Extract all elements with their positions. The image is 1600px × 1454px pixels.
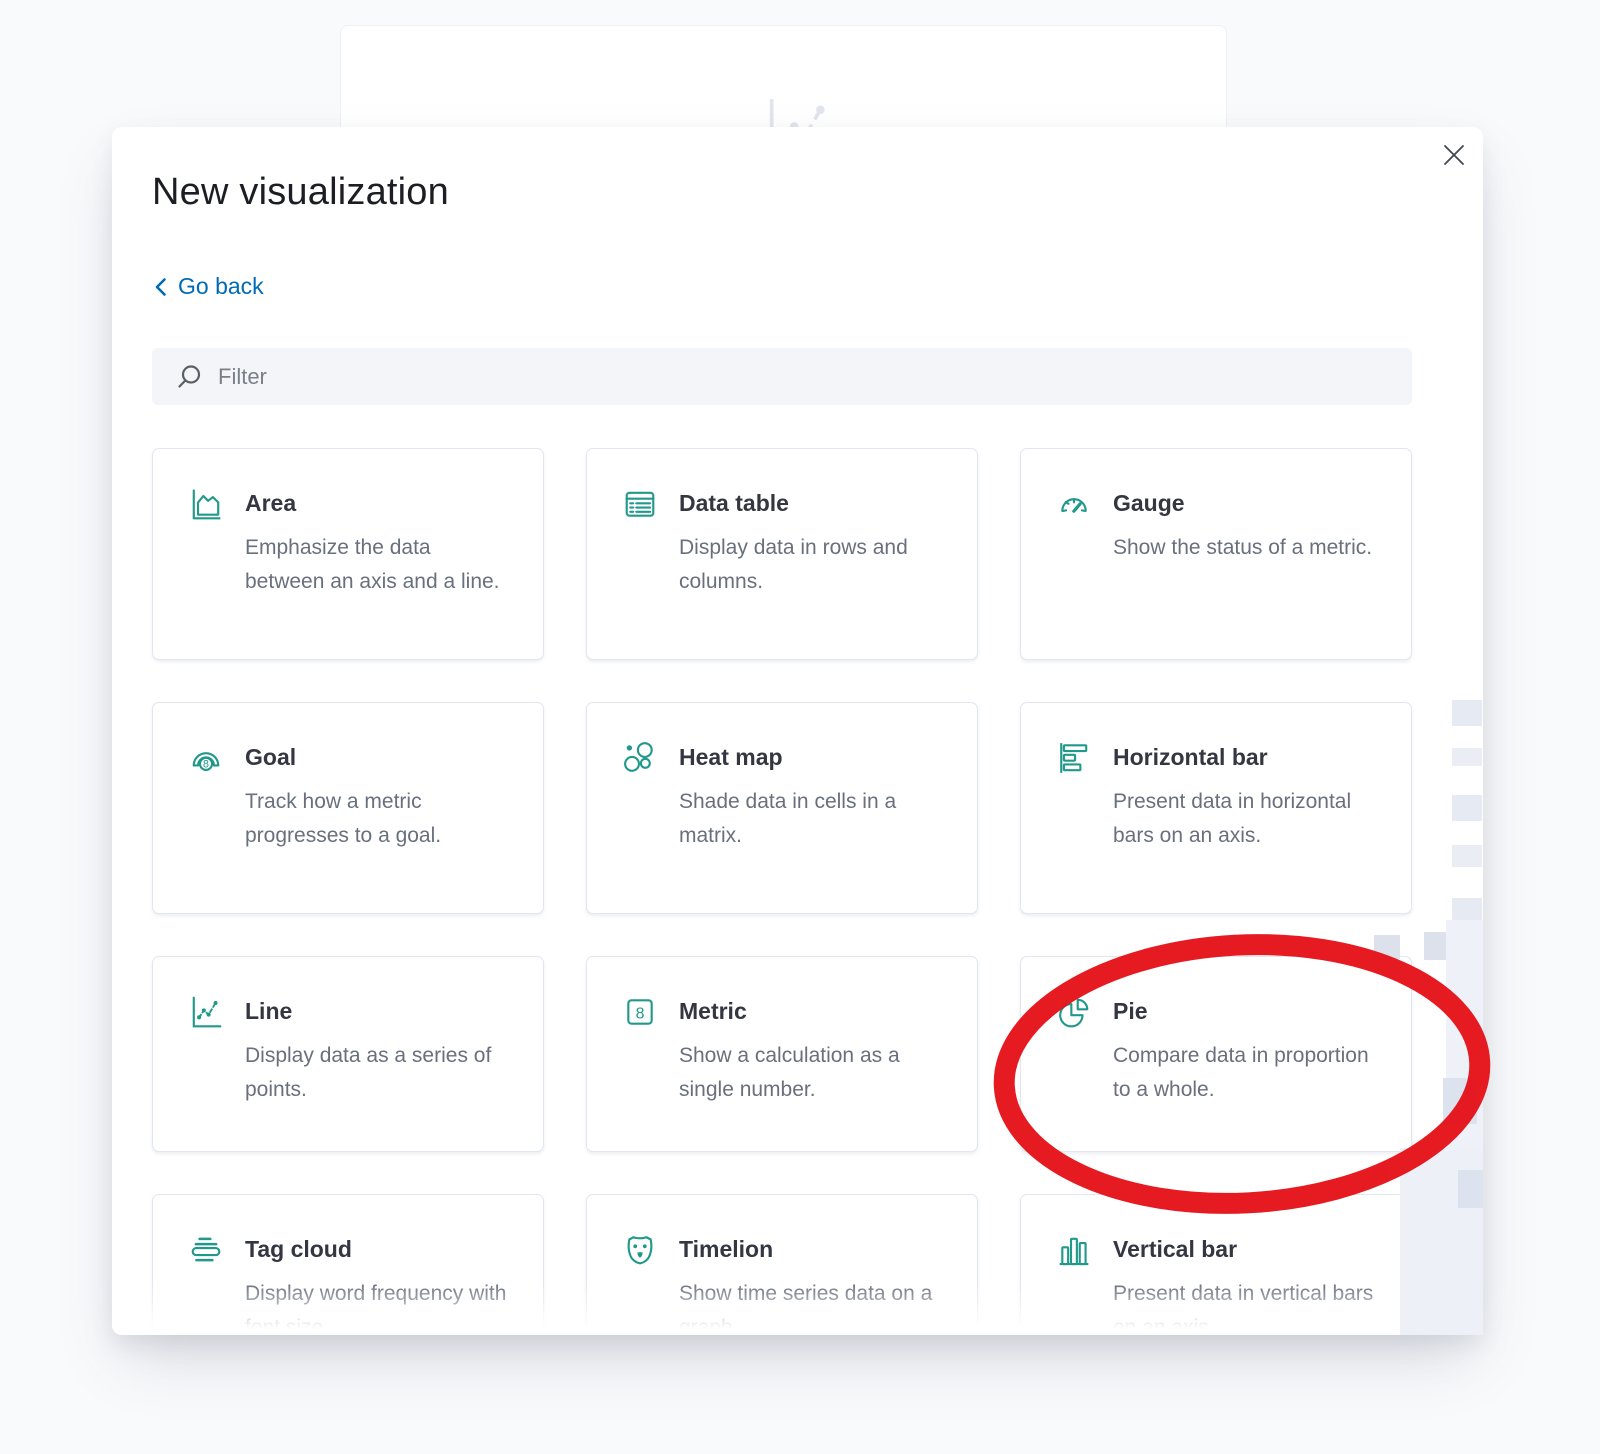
data-table-icon: [623, 487, 657, 521]
card-title: Heat map: [679, 744, 949, 771]
background-artifact: [1452, 700, 1482, 726]
background-artifact: [1374, 935, 1400, 959]
card-title: Goal: [245, 744, 515, 771]
modal-title: New visualization: [152, 171, 449, 214]
card-gauge[interactable]: Gauge Show the status of a metric.: [1020, 448, 1412, 660]
background-artifact: [1458, 1170, 1483, 1208]
area-chart-icon: [189, 487, 223, 521]
card-title: Vertical bar: [1113, 1236, 1383, 1263]
close-icon[interactable]: [1440, 141, 1468, 169]
card-title: Pie: [1113, 998, 1383, 1025]
card-line[interactable]: Line Display data as a series of points.: [152, 956, 544, 1152]
vertical-bar-icon: [1057, 1233, 1091, 1267]
card-description: Emphasize the data between an axis and a…: [245, 531, 515, 599]
filter-input[interactable]: [152, 348, 1412, 405]
card-goal[interactable]: 8 Goal Track how a metric progresses to …: [152, 702, 544, 914]
card-title: Data table: [679, 490, 949, 517]
card-title: Tag cloud: [245, 1236, 515, 1263]
background-artifact: [1443, 1078, 1477, 1124]
card-data-table[interactable]: Data table Display data in rows and colu…: [586, 448, 978, 660]
gauge-icon: [1057, 487, 1091, 521]
card-description: Track how a metric progresses to a goal.: [245, 785, 515, 853]
card-description: Display word frequency with font size.: [245, 1277, 515, 1335]
card-description: Display data in rows and columns.: [679, 531, 949, 599]
card-title: Line: [245, 998, 515, 1025]
chevron-left-icon: [154, 277, 167, 297]
card-pie[interactable]: Pie Compare data in proportion to a whol…: [1020, 956, 1412, 1152]
svg-text:8: 8: [636, 1005, 645, 1022]
card-metric[interactable]: 8 Metric Show a calculation as a single …: [586, 956, 978, 1152]
new-visualization-modal: New visualization Go back Area Emphasize…: [112, 127, 1483, 1335]
card-description: Present data in horizontal bars on an ax…: [1113, 785, 1383, 853]
background-artifact: [1452, 845, 1482, 867]
go-back-link[interactable]: Go back: [154, 273, 264, 300]
go-back-label: Go back: [178, 273, 264, 300]
background-artifact: [1370, 1168, 1388, 1180]
card-description: Show the status of a metric.: [1113, 531, 1372, 565]
card-title: Timelion: [679, 1236, 949, 1263]
card-heat-map[interactable]: Heat map Shade data in cells in a matrix…: [586, 702, 978, 914]
card-description: Compare data in proportion to a whole.: [1113, 1039, 1383, 1107]
goal-icon: 8: [189, 741, 223, 775]
card-title: Gauge: [1113, 490, 1372, 517]
line-chart-icon: [189, 995, 223, 1029]
card-tag-cloud[interactable]: Tag cloud Display word frequency with fo…: [152, 1194, 544, 1335]
card-description: Show time series data on a graph.: [679, 1277, 949, 1335]
card-description: Present data in vertical bars on an axis…: [1113, 1277, 1383, 1335]
card-description: Shade data in cells in a matrix.: [679, 785, 949, 853]
card-description: Show a calculation as a single number.: [679, 1039, 949, 1107]
pie-chart-icon: [1057, 995, 1091, 1029]
page-background: { "modal": { "title": "New visualization…: [0, 0, 1600, 1454]
card-area[interactable]: Area Emphasize the data between an axis …: [152, 448, 544, 660]
card-title: Metric: [679, 998, 949, 1025]
metric-icon: 8: [623, 995, 657, 1029]
tag-cloud-icon: [189, 1233, 223, 1267]
heat-map-icon: [623, 741, 657, 775]
card-title: Area: [245, 490, 515, 517]
svg-text:8: 8: [203, 759, 209, 771]
timelion-icon: [623, 1233, 657, 1267]
horizontal-bar-icon: [1057, 741, 1091, 775]
background-artifact: [1452, 795, 1482, 821]
card-vertical-bar[interactable]: Vertical bar Present data in vertical ba…: [1020, 1194, 1412, 1335]
card-title: Horizontal bar: [1113, 744, 1383, 771]
visualization-type-grid: Area Emphasize the data between an axis …: [152, 448, 1412, 1335]
card-timelion[interactable]: Timelion Show time series data on a grap…: [586, 1194, 978, 1335]
card-horizontal-bar[interactable]: Horizontal bar Present data in horizonta…: [1020, 702, 1412, 914]
background-artifact: [1452, 748, 1482, 766]
card-description: Display data as a series of points.: [245, 1039, 515, 1107]
